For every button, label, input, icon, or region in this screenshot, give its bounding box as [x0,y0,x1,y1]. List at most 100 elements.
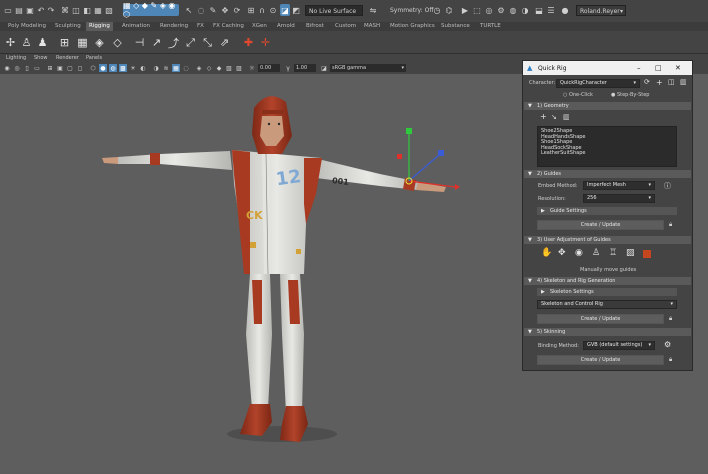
shadows-icon[interactable]: ◐ [139,64,147,72]
tab-custom[interactable]: Custom [335,23,356,29]
tab-substance[interactable]: Substance [441,23,470,29]
bind-skin-icon[interactable]: ⊞ [58,36,71,49]
lights-icon[interactable]: ☀ [129,64,137,72]
save-icon[interactable]: ▣ [25,4,35,16]
construction-history-icon[interactable]: ⌬ [444,4,454,16]
film-gate-icon[interactable]: ▣ [56,64,64,72]
bookmark-icon[interactable]: ▯ [23,64,31,72]
component-mode-icon[interactable]: ◧ [82,4,92,16]
joint-tool-icon[interactable]: ✢ [4,36,17,49]
tab-fx[interactable]: FX [197,23,204,29]
new-scene-icon[interactable]: ▭ [3,4,13,16]
create-update-skeleton-button[interactable]: Create / Update [537,314,664,324]
camera-icon[interactable]: ◉ [3,64,11,72]
skeleton-type-dropdown[interactable]: Skeleton and Control Rig ▾ [537,300,677,309]
object-mode-icon[interactable]: ◫ [71,4,81,16]
snap-curve-icon[interactable]: ∩ [257,4,267,16]
character-dropdown[interactable]: QuickRigCharacter ▾ [556,79,640,88]
select-guides-icon[interactable]: ◉ [575,248,583,258]
exposure-icon[interactable]: ☼ [248,64,256,72]
paint-icon[interactable]: ✎ [208,4,218,16]
guide-display-icon[interactable]: ▨ [626,248,635,258]
tab-poly-modeling[interactable]: Poly Modeling [8,23,46,29]
remove-influence-icon[interactable]: ✛ [259,36,272,49]
orient-constraint-icon[interactable]: ⤡ [201,36,214,49]
section-user-adjustment[interactable]: ▼ 3) User Adjustment of Guides [524,236,691,244]
delete-character-icon[interactable]: ▥ [680,78,687,86]
guide-color-swatch[interactable] [643,250,651,258]
ipr-icon[interactable]: ◎ [484,4,494,16]
human-ik-icon[interactable]: ♟ [36,36,49,49]
attribute-editor-icon[interactable]: ☰ [546,4,556,16]
arnold-render-icon[interactable]: ◑ [520,4,530,16]
mirror-guides-icon[interactable]: ✋ [541,248,552,258]
guide-figure-icon[interactable]: ♙ [592,248,600,258]
select-geometry-icon[interactable]: ↘ [551,113,557,121]
hypershade-icon[interactable]: ◍ [508,4,518,16]
backface-culling-icon[interactable]: ▨ [235,64,243,72]
skeleton-settings-collapsible[interactable]: ▶ Skeleton Settings [537,288,677,296]
ik-handle-icon[interactable]: ↗ [150,36,163,49]
move-manipulator[interactable] [397,128,460,190]
menu-renderer[interactable]: Renderer [56,55,79,61]
gear-icon[interactable]: ⚙ [664,340,671,349]
xray-joints-icon[interactable]: ◆ [215,64,223,72]
menu-lighting[interactable]: Lighting [6,55,26,61]
open-icon[interactable]: ▤ [14,4,24,16]
parent-constraint-icon[interactable]: ⇗ [218,36,231,49]
section-skeleton[interactable]: ▼ 4) Skeleton and Rig Generation [524,277,691,285]
xray-active-icon[interactable]: ▧ [225,64,233,72]
select-tool-icon[interactable]: ↖ [184,4,194,16]
tab-sculpting[interactable]: Sculpting [55,23,81,29]
tab-rendering[interactable]: Rendering [160,23,188,29]
xray-icon[interactable]: ◇ [205,64,213,72]
help-icon[interactable]: ⓘ [664,181,671,191]
minimize-icon[interactable]: – [637,64,641,72]
exposure-field[interactable]: 0.00 [258,64,280,72]
section-guides[interactable]: ▼ 2) Guides [524,170,691,178]
grid-icon[interactable]: ⊞ [46,64,54,72]
snap-surface-icon[interactable]: ◩ [291,4,301,16]
tab-xgen[interactable]: XGen [252,23,267,29]
camera-attr-icon[interactable]: ◎ [13,64,21,72]
wire-icon[interactable]: ◇ [111,36,124,49]
refresh-icon[interactable]: ⟳ [644,78,650,86]
layout-icon[interactable]: ◫ [668,78,675,86]
render-settings-icon[interactable]: ⚙ [496,4,506,16]
wireframe-on-shaded-icon[interactable]: ◍ [109,64,117,72]
view-transform-dropdown[interactable]: sRGB gamma ▾ [330,64,406,72]
menu-show[interactable]: Show [34,55,48,61]
add-influence-icon[interactable]: ✚ [242,36,255,49]
selection-mask-group[interactable]: ▦ ◇ ◆ ✎ ◈ ◉ ⬡ [123,1,179,19]
snap-grid-icon[interactable]: ⊞ [246,4,256,16]
lasso-icon[interactable]: ◌ [196,4,206,16]
resolution-gate-icon[interactable]: ▢ [66,64,74,72]
anti-aliasing-icon[interactable]: ▦ [172,64,180,72]
motion-blur-icon[interactable]: ≋ [162,64,170,72]
guide-settings-collapsible[interactable]: ▶ Guide Settings [537,207,677,215]
locator-icon[interactable]: ⊣ [133,36,146,49]
isolate-select-icon[interactable]: ◈ [195,64,203,72]
depth-of-field-icon[interactable]: ◌ [182,64,190,72]
color-management-icon[interactable]: ◪ [320,64,328,72]
maximize-icon[interactable]: □ [655,64,662,72]
point-constraint-icon[interactable]: ⤢ [184,36,197,49]
hierarchy-mode-icon[interactable]: ⌘ [60,4,70,16]
lock-icon[interactable]: 🔒︎ [669,315,672,323]
quick-rig-icon[interactable]: ♙ [20,36,33,49]
tab-animation[interactable]: Animation [122,23,150,29]
live-surface-field[interactable]: No Live Surface [305,5,363,16]
add-character-icon[interactable]: + [656,78,663,87]
quick-rig-titlebar[interactable]: ▲ Quick Rig – □ ✕ [523,61,692,75]
binding-method-dropdown[interactable]: GVB (default settings) ▾ [583,341,655,350]
undo-icon[interactable]: ↶ [36,4,46,16]
snap-point-icon[interactable]: ⊙ [268,4,278,16]
one-click-radio[interactable]: ○ One-Click [563,92,593,98]
tab-motion-graphics[interactable]: Motion Graphics [390,23,435,29]
create-update-skin-button[interactable]: Create / Update [537,355,664,365]
move-icon[interactable]: ✥ [220,4,230,16]
snap-view-icon[interactable]: ◪ [280,4,290,16]
tab-rigging[interactable]: Rigging [86,22,113,31]
tab-turtle[interactable]: TURTLE [480,23,501,29]
user-menu[interactable]: Roland.Reyer ▾ [576,5,626,16]
